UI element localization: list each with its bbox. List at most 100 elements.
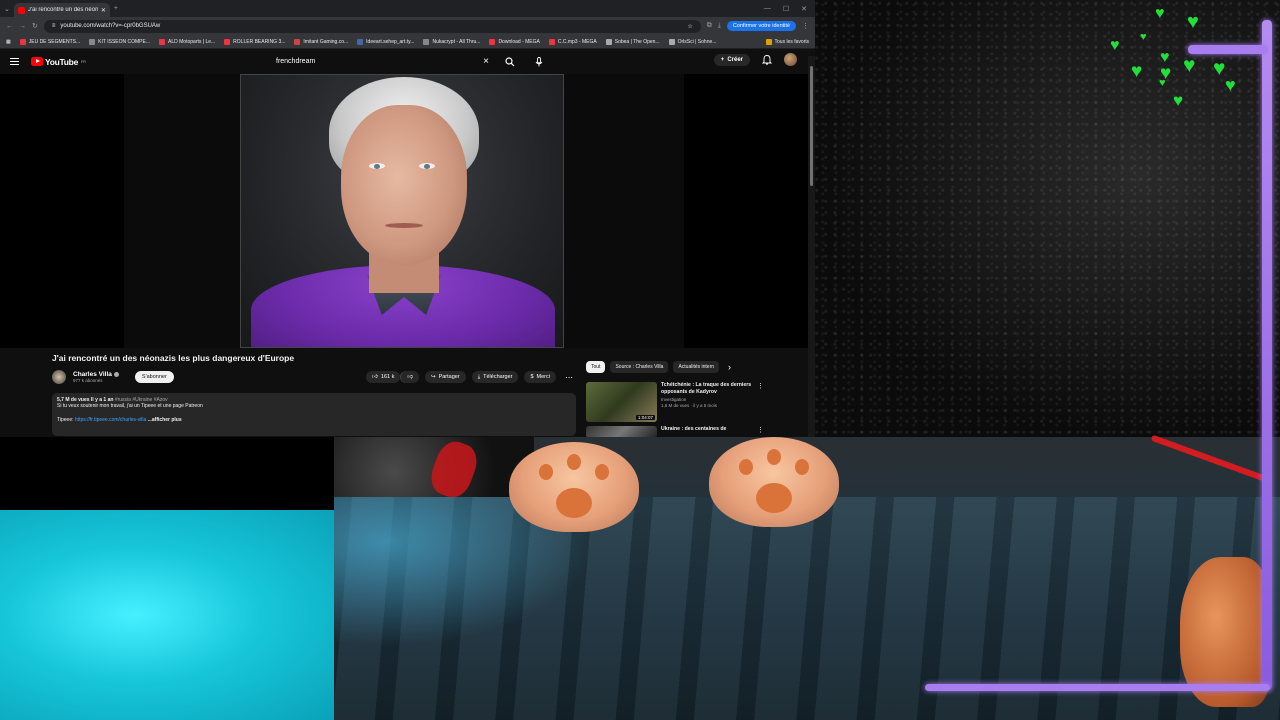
bookmark-item[interactable]: C.C.mp3 - MEGA bbox=[548, 38, 597, 45]
bookmark-item[interactable]: Sobea | The Open... bbox=[605, 38, 660, 45]
bookmark-item[interactable]: Imitant Gaming.co... bbox=[294, 38, 348, 45]
search-input[interactable]: frenchdream × bbox=[270, 54, 498, 69]
page-scrollbar[interactable] bbox=[808, 56, 815, 437]
bookmark-item[interactable]: JEU DE SEGMENTS... bbox=[19, 38, 80, 45]
minimize-icon[interactable]: — bbox=[764, 5, 771, 13]
url-text: youtube.com/watch?v=-cpr0bGSUAw bbox=[60, 23, 161, 29]
chip-all[interactable]: Tout bbox=[586, 361, 606, 373]
video-duration: 1:04:07 bbox=[635, 415, 655, 420]
bookmark-item[interactable]: ROLLER BEARING 3... bbox=[224, 38, 285, 45]
video-player[interactable] bbox=[124, 74, 684, 348]
bookmark-item[interactable]: Ideeart.sehep_art.ty... bbox=[357, 38, 414, 45]
site-info-icon[interactable]: ≡ bbox=[52, 23, 56, 29]
close-window-icon[interactable]: ✕ bbox=[801, 5, 807, 13]
heart-icon: ♥ bbox=[1183, 54, 1196, 77]
search-button[interactable] bbox=[503, 54, 517, 69]
video-title: J'ai rencontré un des néonazis les plus … bbox=[52, 353, 295, 363]
heart-icon: ♥ bbox=[1213, 57, 1226, 80]
bookmark-star-icon[interactable]: ☆ bbox=[687, 23, 692, 30]
tipeee-link[interactable]: https://fr.tipeee.com/charles-villa bbox=[75, 417, 146, 423]
video-frame-portrait bbox=[240, 74, 564, 348]
purple-frame-bottom bbox=[925, 684, 1270, 691]
chip-news[interactable]: Actualités intern bbox=[673, 361, 720, 373]
close-tab-icon[interactable]: ✕ bbox=[101, 7, 106, 14]
video-player-area bbox=[0, 74, 808, 348]
recommendation-thumbnail[interactable] bbox=[586, 426, 657, 437]
bookmark-item[interactable]: Nukacrypt - All Thru... bbox=[423, 38, 480, 45]
tab-title: J'ai rencontré un des néona... bbox=[27, 7, 98, 13]
description-box[interactable]: 5,7 M de vues Il y a 1 an #russia #Ukrai… bbox=[52, 393, 576, 436]
video-actions: 👍︎ 161 k 👎︎ ↪ Partager ⤓ Télécharger $ M… bbox=[366, 371, 576, 383]
more-options-icon[interactable]: ⋮ bbox=[757, 426, 764, 437]
share-button[interactable]: ↪ Partager bbox=[424, 371, 466, 383]
thumbs-up-icon: 👍︎ bbox=[372, 374, 378, 380]
bookmark-item[interactable]: ALD Motoparts | Le... bbox=[159, 38, 215, 45]
more-options-icon[interactable]: ⋮ bbox=[757, 382, 764, 422]
webcam-view bbox=[334, 437, 1280, 720]
download-icon[interactable]: ⤓ bbox=[718, 22, 721, 30]
microphone-icon bbox=[535, 56, 543, 66]
like-button[interactable]: 👍︎ 161 k bbox=[366, 371, 401, 383]
reload-icon[interactable]: ↻ bbox=[32, 22, 38, 30]
clear-search-icon[interactable]: × bbox=[480, 56, 492, 67]
purple-frame-top bbox=[1188, 45, 1268, 54]
recommendation-info: Ukraine : des centaines de bbox=[661, 426, 726, 437]
thumbs-down-icon: 👎︎ bbox=[407, 374, 413, 380]
heart-icon: ♥ bbox=[1140, 31, 1147, 43]
window-controls: — ☐ ✕ bbox=[764, 5, 815, 13]
chip-source[interactable]: Source : Charles Villa bbox=[610, 361, 669, 373]
tab-youtube[interactable]: J'ai rencontré un des néona... ✕ bbox=[13, 3, 110, 17]
extensions-icon[interactable]: ⧉ bbox=[707, 22, 712, 30]
youtube-logo-text: YouTube bbox=[45, 56, 78, 67]
scrollbar-thumb[interactable] bbox=[810, 66, 813, 186]
recommendation-title[interactable]: Ukraine : des centaines de bbox=[661, 426, 726, 433]
subscribe-button[interactable]: S'abonner bbox=[134, 371, 174, 383]
maximize-icon[interactable]: ☐ bbox=[783, 5, 789, 13]
bookmarks-bar: ▦ JEU DE SEGMENTS... KIT ISSEON COMPE...… bbox=[0, 35, 815, 49]
back-icon[interactable]: ← bbox=[6, 23, 13, 30]
voice-search-button[interactable] bbox=[532, 54, 546, 69]
browser-menu-icon[interactable]: ⋮ bbox=[802, 22, 809, 30]
tab-list-icon[interactable]: ⌄ bbox=[4, 5, 10, 13]
channel-name[interactable]: Charles Villa bbox=[73, 371, 119, 378]
youtube-logo[interactable]: YouTube FR bbox=[31, 57, 86, 67]
heart-icon: ♥ bbox=[1131, 61, 1143, 82]
description-line: Si tu veux soutenir mon travail, j'ai un… bbox=[57, 403, 203, 409]
recommendation-item[interactable]: Ukraine : des centaines de ⋮ bbox=[586, 426, 764, 437]
youtube-play-icon bbox=[31, 57, 43, 66]
portrait-mouth bbox=[385, 223, 423, 228]
more-actions-icon[interactable]: ⋯ bbox=[562, 373, 576, 382]
new-tab-icon[interactable]: + bbox=[114, 5, 118, 12]
recommendation-meta: 1,6 M de vues · il y a 5 mois bbox=[661, 403, 718, 409]
all-bookmarks[interactable]: Tous les favoris bbox=[765, 38, 809, 45]
channel-avatar[interactable] bbox=[52, 370, 66, 384]
recommendation-channel[interactable]: Investigation bbox=[661, 397, 753, 402]
recommendation-title[interactable]: Tchétchénie : La traque des derniers opp… bbox=[661, 382, 753, 396]
thanks-button[interactable]: $ Merci bbox=[524, 371, 556, 383]
tipeee-label: Tipeee: bbox=[57, 417, 74, 423]
bookmark-item[interactable]: OrlsSci | Sohne... bbox=[668, 38, 716, 45]
show-more-link[interactable]: ...afficher plus bbox=[148, 417, 182, 423]
bookmark-item[interactable]: Download - MEGA bbox=[489, 38, 540, 45]
chevron-right-icon[interactable]: › bbox=[728, 362, 731, 372]
notifications-bell-icon[interactable] bbox=[762, 54, 772, 65]
download-button[interactable]: ⤓ Télécharger bbox=[471, 371, 519, 383]
forward-icon[interactable]: → bbox=[19, 23, 26, 30]
verify-identity-button[interactable]: Confirmer votre identité bbox=[726, 21, 796, 31]
apps-icon[interactable]: ▦ bbox=[6, 39, 11, 45]
dislike-button[interactable]: 👎︎ bbox=[400, 371, 419, 383]
recommendation-item[interactable]: 1:04:07 Tchétchénie : La traque des dern… bbox=[586, 382, 764, 422]
url-field[interactable]: ≡ youtube.com/watch?v=-cpr0bGSUAw ☆ bbox=[43, 19, 701, 33]
bookmark-item[interactable]: KIT ISSEON COMPE... bbox=[89, 38, 150, 45]
address-bar-row: ← → ↻ ≡ youtube.com/watch?v=-cpr0bGSUAw … bbox=[0, 17, 815, 35]
browser-window: ⌄ J'ai rencontré un des néona... ✕ + — ☐… bbox=[0, 0, 815, 437]
recommendation-thumbnail[interactable]: 1:04:07 bbox=[586, 382, 657, 422]
hamburger-menu-icon[interactable] bbox=[10, 58, 19, 65]
search-icon bbox=[505, 56, 515, 66]
create-button[interactable]: + Créer bbox=[713, 53, 750, 66]
account-avatar[interactable] bbox=[784, 53, 797, 66]
super-thanks-icon: $ bbox=[530, 374, 534, 380]
like-count: 161 k bbox=[380, 374, 395, 380]
channel-subscribers: 977 k abonnés bbox=[73, 378, 103, 383]
portrait-eye bbox=[419, 163, 435, 169]
